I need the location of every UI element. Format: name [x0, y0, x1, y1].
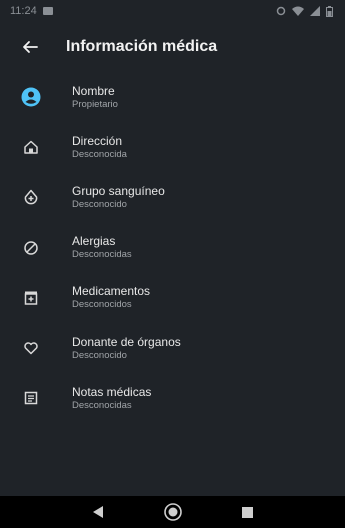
home-icon [20, 136, 42, 158]
system-nav-bar [0, 496, 345, 528]
list-item-title: Medicamentos [72, 284, 151, 299]
list-item-subtitle: Desconocido [72, 349, 127, 361]
back-button[interactable] [8, 28, 52, 66]
data-saver-icon [276, 6, 286, 16]
blood-drop-icon [20, 186, 42, 208]
nav-back-button[interactable] [82, 496, 114, 528]
nav-home-icon [163, 503, 182, 521]
status-time: 11:24 [10, 5, 37, 17]
medication-icon [20, 287, 42, 309]
heart-icon [20, 337, 42, 359]
list-item-donante-organos[interactable]: Donante de órganos Desconocido [0, 323, 345, 373]
nav-home-button[interactable] [157, 496, 189, 528]
status-bar: 11:24 [0, 0, 345, 22]
list-item-subtitle: Desconocido [72, 198, 127, 210]
list-item-subtitle: Propietario [72, 98, 118, 110]
list-item-subtitle: Desconocidas [72, 249, 132, 261]
notes-icon [20, 387, 42, 409]
list-item-title: Nombre [72, 83, 115, 98]
medical-info-list: Nombre Propietario Dirección Desconocida… [0, 72, 345, 423]
account-circle-icon [20, 86, 42, 108]
notification-icon [42, 7, 53, 15]
battery-icon [326, 5, 333, 17]
nav-recents-icon [242, 506, 253, 518]
app-bar: Información médica [0, 28, 345, 66]
nav-back-icon [92, 506, 103, 518]
list-item-subtitle: Desconocidos [72, 299, 132, 311]
page-title: Información médica [66, 38, 218, 55]
list-item-alergias[interactable]: Alergias Desconocidas [0, 223, 345, 273]
list-item-title: Donante de órganos [72, 334, 181, 349]
arrow-back-icon [23, 41, 38, 53]
list-item-direccion[interactable]: Dirección Desconocida [0, 122, 345, 172]
nav-recents-button[interactable] [232, 496, 264, 528]
list-item-grupo-sanguineo[interactable]: Grupo sanguíneo Desconocido [0, 172, 345, 222]
list-item-title: Notas médicas [72, 384, 152, 399]
wifi-icon [292, 6, 304, 16]
block-icon [20, 237, 42, 259]
list-item-title: Alergias [72, 234, 116, 249]
list-item-notas-medicas[interactable]: Notas médicas Desconocidas [0, 373, 345, 423]
list-item-medicamentos[interactable]: Medicamentos Desconocidos [0, 273, 345, 323]
signal-icon [310, 6, 320, 16]
list-item-text: Medicamentos Desconocidos [72, 284, 150, 311]
list-item-subtitle: Desconocida [72, 148, 127, 160]
list-item-nombre[interactable]: Nombre Propietario [0, 72, 345, 122]
list-item-text: Grupo sanguíneo Desconocido [72, 184, 165, 211]
list-item-subtitle: Desconocidas [72, 399, 132, 411]
list-item-text: Alergias Desconocidas [72, 234, 132, 261]
list-item-text: Notas médicas Desconocidas [72, 385, 151, 412]
list-item-text: Dirección Desconocida [72, 134, 127, 161]
status-right [276, 5, 333, 17]
status-left: 11:24 [10, 5, 53, 17]
list-item-text: Nombre Propietario [72, 84, 118, 111]
list-item-text: Donante de órganos Desconocido [72, 335, 181, 362]
list-item-title: Dirección [72, 133, 123, 148]
list-item-title: Grupo sanguíneo [72, 183, 165, 198]
